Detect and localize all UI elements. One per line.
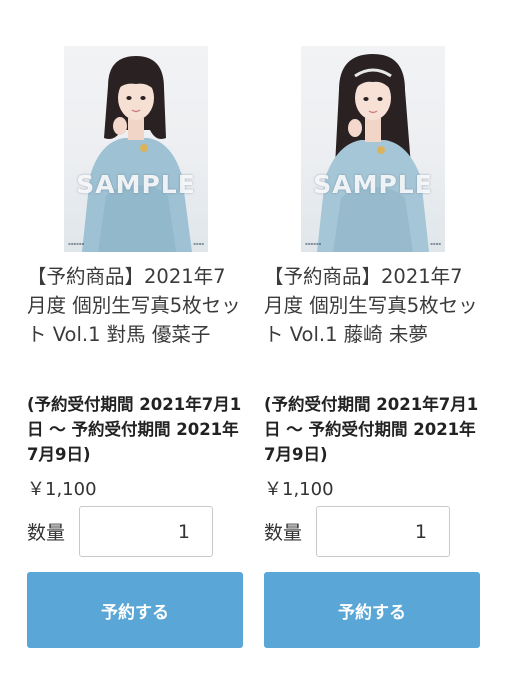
quantity-input[interactable] xyxy=(316,506,450,557)
product-title[interactable]: 【予約商品】2021年7月度 個別生写真5枚セット Vol.1 藤崎 未夢 xyxy=(264,262,480,349)
photo-caption: ▪▪▪▪▪▪ xyxy=(68,241,85,246)
product-card: SAMPLE ▪▪▪▪▪▪ ▪▪▪▪ 【予約商品】2021年7月度 個別生写真5… xyxy=(264,0,480,680)
product-price: ￥1,100 xyxy=(264,479,334,500)
product-photo[interactable]: SAMPLE ▪▪▪▪▪▪ ▪▪▪▪ xyxy=(64,46,208,252)
sample-watermark: SAMPLE xyxy=(313,170,433,199)
photo-illustration xyxy=(82,56,192,252)
product-photo[interactable]: SAMPLE ▪▪▪▪▪▪ ▪▪▪▪ xyxy=(301,46,445,252)
product-grid: SAMPLE ▪▪▪▪▪▪ ▪▪▪▪ 【予約商品】2021年7月度 個別生写真5… xyxy=(0,0,508,680)
product-title[interactable]: 【予約商品】2021年7月度 個別生写真5枚セット Vol.1 對馬 優菜子 xyxy=(27,262,243,349)
quantity-input[interactable] xyxy=(79,506,213,557)
photo-caption: ▪▪▪▪▪▪ xyxy=(305,241,322,246)
photo-signature: ▪▪▪▪ xyxy=(193,241,204,246)
reserve-button[interactable]: 予約する xyxy=(264,572,480,648)
sample-watermark: SAMPLE xyxy=(76,170,196,199)
reservation-period: (予約受付期間 2021年7月1日 〜 予約受付期間 2021年7月9日) xyxy=(27,395,242,464)
quantity-label: 数量 xyxy=(27,522,66,544)
photo-illustration xyxy=(317,54,429,252)
reserve-button[interactable]: 予約する xyxy=(27,572,243,648)
photo-signature: ▪▪▪▪ xyxy=(430,241,441,246)
reservation-period: (予約受付期間 2021年7月1日 〜 予約受付期間 2021年7月9日) xyxy=(264,395,479,464)
product-card: SAMPLE ▪▪▪▪▪▪ ▪▪▪▪ 【予約商品】2021年7月度 個別生写真5… xyxy=(27,0,243,680)
product-price: ￥1,100 xyxy=(27,479,97,500)
quantity-label: 数量 xyxy=(264,522,303,544)
